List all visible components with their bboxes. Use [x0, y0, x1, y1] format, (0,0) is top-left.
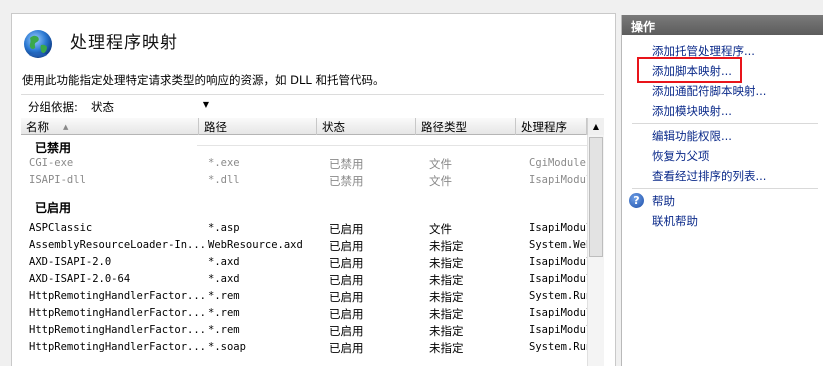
- cell-path-type: 未指定: [429, 256, 464, 270]
- cell-state: 已启用: [329, 256, 364, 270]
- cell-path: *.axd: [208, 256, 240, 268]
- column-header-name[interactable]: 名称 ▲: [21, 118, 199, 135]
- actions-header: 操作: [622, 15, 823, 35]
- cell-path: *.soap: [208, 341, 246, 353]
- cell-state: 已禁用: [329, 157, 364, 171]
- column-header-path-type[interactable]: 路径类型: [416, 118, 516, 135]
- group-header-enabled: 已启用: [35, 201, 72, 215]
- cell-path-type: 未指定: [429, 239, 464, 253]
- cell-handler: IsapiModul: [529, 307, 587, 319]
- cell-state: 已启用: [329, 273, 364, 287]
- cell-name: HttpRemotingHandlerFactor...: [29, 341, 205, 353]
- page-description: 使用此功能指定处理特定请求类型的响应的资源，如 DLL 和托管代码。: [22, 73, 385, 87]
- actions-divider: [632, 188, 818, 189]
- help-icon: ?: [629, 193, 644, 208]
- cell-state: 已禁用: [329, 174, 364, 188]
- cell-path-type: 未指定: [429, 341, 464, 355]
- table-row[interactable]: AssemblyResourceLoader-In... WebResource…: [21, 237, 587, 254]
- column-header-handler[interactable]: 处理程序: [516, 118, 587, 135]
- cell-name: HttpRemotingHandlerFactor...: [29, 290, 205, 302]
- cell-handler: System.Web: [529, 239, 587, 251]
- cell-name: HttpRemotingHandlerFactor...: [29, 307, 205, 319]
- scroll-up-button[interactable]: ▲: [587, 118, 604, 135]
- table-row[interactable]: AXD-ISAPI-2.0 *.axd 已启用 未指定 IsapiModul: [21, 254, 587, 271]
- edit-feature-permissions-link[interactable]: 编辑功能权限...: [652, 128, 732, 144]
- cell-handler: System.Run: [529, 290, 587, 302]
- cell-name: AXD-ISAPI-2.0: [29, 256, 112, 268]
- table-row[interactable]: HttpRemotingHandlerFactor... *.rem 已启用 未…: [21, 322, 587, 339]
- cell-name: AXD-ISAPI-2.0-64: [29, 273, 131, 285]
- cell-path-type: 未指定: [429, 273, 464, 287]
- cell-path: *.dll: [208, 174, 240, 186]
- cell-handler: System.Run: [529, 341, 587, 353]
- actions-divider: [632, 123, 818, 124]
- sort-ascending-icon: ▲: [63, 123, 69, 131]
- group-by-bar: 分组依据: 状态 ▼: [21, 94, 604, 116]
- cell-path-type: 文件: [429, 157, 452, 171]
- cell-path: *.rem: [208, 290, 240, 302]
- table-row[interactable]: HttpRemotingHandlerFactor... *.rem 已启用 未…: [21, 288, 587, 305]
- group-by-label: 分组依据:: [28, 100, 78, 114]
- column-header-state[interactable]: 状态: [317, 118, 416, 135]
- table-row[interactable]: CGI-exe *.exe 已禁用 文件 CgiModule: [21, 155, 587, 172]
- table-row[interactable]: ISAPI-dll *.dll 已禁用 文件 IsapiModul: [21, 172, 587, 189]
- table-header: 名称 ▲ 路径 状态 路径类型 处理程序: [21, 118, 604, 135]
- cell-state: 已启用: [329, 239, 364, 253]
- handler-mappings-panel: 处理程序映射 使用此功能指定处理特定请求类型的响应的资源，如 DLL 和托管代码…: [11, 13, 616, 366]
- cell-handler: IsapiModul: [529, 174, 587, 186]
- table-body: 已禁用 CGI-exe *.exe 已禁用 文件 CgiModule ISAPI…: [21, 135, 587, 356]
- table-row[interactable]: AXD-ISAPI-2.0-64 *.axd 已启用 未指定 IsapiModu…: [21, 271, 587, 288]
- highlight-box: [637, 57, 742, 83]
- globe-icon: [24, 30, 52, 58]
- cell-name: AssemblyResourceLoader-In...: [29, 239, 205, 251]
- cell-handler: IsapiModul: [529, 324, 587, 336]
- table-row[interactable]: HttpRemotingHandlerFactor... *.soap 已启用 …: [21, 339, 587, 356]
- add-wildcard-script-map-link[interactable]: 添加通配符脚本映射...: [652, 83, 766, 99]
- cell-state: 已启用: [329, 290, 364, 304]
- cell-path-type: 未指定: [429, 307, 464, 321]
- cell-path: *.exe: [208, 157, 240, 169]
- cell-name: ASPClassic: [29, 222, 93, 234]
- cell-path: WebResource.axd: [208, 239, 303, 251]
- cell-name: CGI-exe: [29, 157, 74, 169]
- cell-state: 已启用: [329, 324, 364, 338]
- view-ordered-list-link[interactable]: 查看经过排序的列表...: [652, 168, 766, 184]
- cell-handler: IsapiModul: [529, 273, 587, 285]
- cell-path: *.rem: [208, 307, 240, 319]
- cell-handler: IsapiModul: [529, 222, 587, 234]
- cell-path: *.axd: [208, 273, 240, 285]
- scrollbar-thumb[interactable]: [589, 137, 603, 257]
- online-help-link[interactable]: 联机帮助: [652, 213, 698, 229]
- cell-path-type: 未指定: [429, 290, 464, 304]
- page-title: 处理程序映射: [70, 33, 178, 53]
- cell-handler: IsapiModul: [529, 256, 587, 268]
- cell-path: *.rem: [208, 324, 240, 336]
- handler-table: 名称 ▲ 路径 状态 路径类型 处理程序 ▲ 已禁用 CGI-exe *.exe …: [21, 118, 604, 366]
- cell-state: 已启用: [329, 341, 364, 355]
- group-header-disabled: 已禁用: [21, 135, 587, 155]
- table-row[interactable]: HttpRemotingHandlerFactor... *.rem 已启用 未…: [21, 305, 587, 322]
- help-link[interactable]: 帮助: [652, 193, 675, 209]
- add-module-mapping-link[interactable]: 添加模块映射...: [652, 103, 732, 119]
- revert-to-parent-link[interactable]: 恢复为父项: [652, 148, 710, 164]
- chevron-down-icon: ▼: [202, 100, 209, 109]
- cell-state: 已启用: [329, 222, 364, 236]
- cell-path-type: 文件: [429, 174, 452, 188]
- cell-state: 已启用: [329, 307, 364, 321]
- cell-path-type: 文件: [429, 222, 452, 236]
- cell-path: *.asp: [208, 222, 240, 234]
- group-by-select[interactable]: 状态 ▼: [89, 96, 211, 115]
- cell-name: HttpRemotingHandlerFactor...: [29, 324, 205, 336]
- cell-name: ISAPI-dll: [29, 174, 86, 186]
- group-by-value: 状态: [91, 100, 114, 114]
- cell-path-type: 未指定: [429, 324, 464, 338]
- vertical-scrollbar[interactable]: [587, 135, 604, 366]
- column-header-path[interactable]: 路径: [199, 118, 317, 135]
- cell-handler: CgiModule: [529, 157, 586, 169]
- table-row[interactable]: ASPClassic *.asp 已启用 文件 IsapiModul: [21, 220, 587, 237]
